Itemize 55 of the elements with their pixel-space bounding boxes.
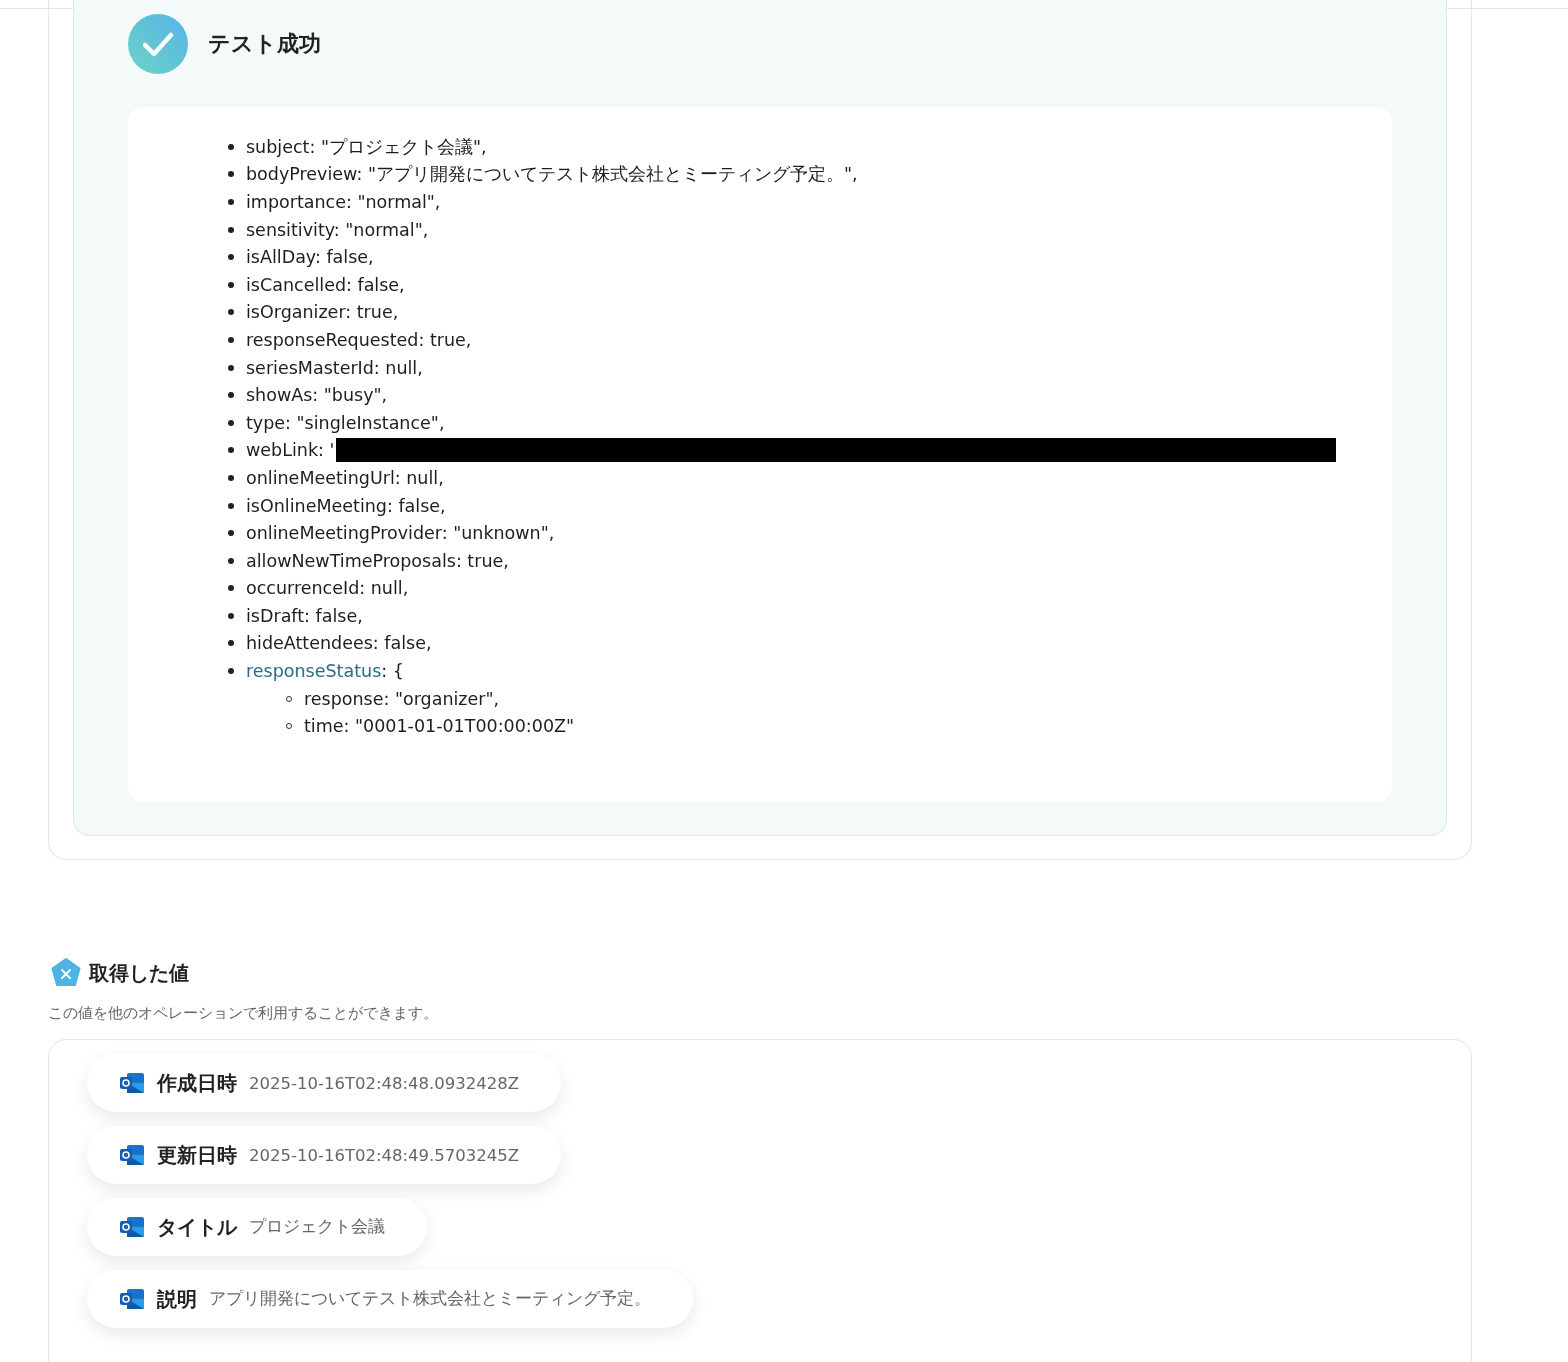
bullet-icon — [228, 447, 234, 454]
value-chip[interactable]: 説明 アプリ開発についてテスト株式会社とミーティング予定。 — [87, 1270, 693, 1328]
bullet-icon — [228, 502, 234, 509]
bullet-icon — [228, 392, 234, 399]
value-chip[interactable]: 更新日時 2025-10-16T02:48:49.5703245Z — [87, 1126, 562, 1184]
bullet-icon — [228, 474, 234, 481]
field-line: responseRequested: true, — [246, 329, 472, 350]
field-line: isOrganizer: true, — [246, 302, 399, 323]
value-chip[interactable]: 作成日時 2025-10-16T02:48:48.0932428Z — [87, 1054, 562, 1112]
field-line: sensitivity: "normal", — [246, 219, 429, 240]
result-title: テスト成功 — [208, 30, 321, 58]
field-line: isDraft: false, — [246, 605, 363, 626]
field-line: allowNewTimeProposals: true, — [246, 550, 509, 571]
bullet-icon — [228, 254, 234, 261]
variable-icon — [51, 958, 81, 988]
field-line: response: "organizer", — [304, 688, 500, 709]
check-icon — [128, 14, 188, 74]
outlook-icon — [119, 1144, 145, 1166]
outlook-icon — [119, 1288, 145, 1310]
bullet-icon — [228, 668, 234, 675]
outlook-icon — [119, 1216, 145, 1238]
section-title: 取得した値 — [89, 959, 189, 987]
field-line: webLink: ' — [246, 440, 335, 461]
bullet-icon — [228, 143, 234, 150]
bullet-icon — [228, 612, 234, 619]
bullet-icon — [228, 336, 234, 343]
field-line: occurrenceId: null, — [246, 578, 409, 599]
field-line: onlineMeetingUrl: null, — [246, 467, 444, 488]
field-line: hideAttendees: false, — [246, 633, 432, 654]
field-line: importance: "normal", — [246, 192, 441, 212]
field-line: time: "0001-01-01T00:00:00Z" — [304, 716, 575, 737]
section-description: この値を他のオペレーションで利用することができます。 — [48, 1004, 439, 1023]
field-line: bodyPreview: "アプリ開発についてテスト株式会社とミーティング予定。", — [246, 163, 858, 187]
bullet-icon — [228, 171, 234, 178]
outlook-icon — [119, 1072, 145, 1094]
bullet-icon — [228, 557, 234, 564]
bullet-icon — [228, 309, 234, 316]
bullet-icon — [228, 530, 234, 537]
bullet-icon — [228, 226, 234, 233]
bullet-icon — [228, 585, 234, 592]
value-chip[interactable]: タイトル プロジェクト会議 — [87, 1198, 427, 1256]
field-line: type: "singleInstance", — [246, 412, 445, 433]
bullet-icon — [228, 640, 234, 647]
bullet-icon — [228, 199, 234, 205]
field-line: onlineMeetingProvider: "unknown", — [246, 523, 555, 544]
bullet-icon — [228, 281, 234, 288]
field-line: isOnlineMeeting: false, — [246, 495, 446, 516]
field-line: subject: "プロジェクト会議", — [246, 135, 487, 159]
field-line: showAs: "busy", — [246, 385, 388, 406]
field-line: seriesMasterId: null, — [246, 357, 423, 378]
field-line: responseStatus: { — [246, 661, 404, 682]
field-line: isCancelled: false, — [246, 274, 405, 295]
bullet-icon — [228, 419, 234, 426]
field-line: isAllDay: false, — [246, 247, 374, 268]
bullet-icon — [228, 364, 234, 371]
